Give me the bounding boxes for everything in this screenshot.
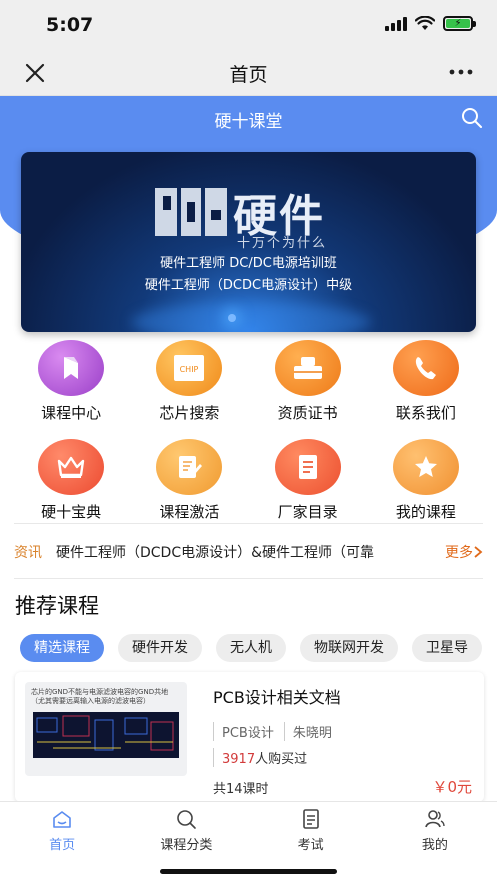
divider <box>14 578 483 579</box>
chip-featured[interactable]: 精选课程 <box>20 634 104 662</box>
grid-label: 课程中心 <box>41 404 102 422</box>
crown-icon <box>38 439 105 495</box>
tab-label: 考试 <box>297 838 324 853</box>
chip-drone[interactable]: 无人机 <box>216 634 286 662</box>
grid-label: 我的课程 <box>395 503 456 521</box>
news-headline[interactable]: 硬件工程师（DCDC电源设计）&硬件工程师（可靠 <box>56 542 441 562</box>
tab-bar: 首页 课程分类 考试 我的 <box>0 801 497 883</box>
banner-brand-subtitle: 十万个为什么 <box>237 236 328 251</box>
course-lessons: 共14课时 <box>213 782 269 797</box>
grid-item-activate[interactable]: 课程激活 <box>139 439 239 522</box>
banner-glow <box>131 302 371 332</box>
course-title[interactable]: PCB设计相关文档 <box>213 684 341 708</box>
feature-grid: 课程中心 CHIP 芯片搜索 资质证书 联系我们 硬十宝典 课程激活 厂家目录 … <box>0 340 497 538</box>
chip-icon: CHIP <box>156 340 223 396</box>
status-time: 5:07 <box>46 14 94 36</box>
status-bar: 5:07 ⚡ <box>0 0 497 48</box>
section-title: 推荐课程 <box>15 594 99 618</box>
battery-icon: ⚡ <box>443 16 476 31</box>
news-more-link[interactable]: 更多 <box>445 542 473 562</box>
more-icon[interactable] <box>447 60 475 84</box>
grid-label: 硬十宝典 <box>41 503 102 521</box>
grid-item-course-center[interactable]: 课程中心 <box>21 340 121 423</box>
course-author: 朱晓明 <box>283 722 332 741</box>
grid-item-handbook[interactable]: 硬十宝典 <box>21 439 121 522</box>
carousel-indicator[interactable] <box>228 314 236 322</box>
grid-item-vendor-directory[interactable]: 厂家目录 <box>258 439 358 522</box>
banner-line-2: 硬件工程师（DCDC电源设计）中级 <box>144 278 353 293</box>
chip-iot[interactable]: 物联网开发 <box>300 634 398 662</box>
thumbnail-caption: 芯片的GND不能与电源滤波电容的GND共地（尤其需要远离输入电源的滤波电容） <box>31 688 169 705</box>
course-buy-count: 3917人购买过 <box>213 748 307 767</box>
banner-line-1: 硬件工程师 DC/DC电源培训班 <box>160 256 337 271</box>
tab-mine[interactable]: 我的 <box>385 808 485 853</box>
grid-item-my-courses[interactable]: 我的课程 <box>376 439 476 522</box>
category-chips: 精选课程 硬件开发 无人机 物联网开发 卫星导 <box>20 634 482 662</box>
status-icons: ⚡ <box>385 16 476 31</box>
chip-hardware[interactable]: 硬件开发 <box>118 634 202 662</box>
grid-item-chip-search[interactable]: CHIP 芯片搜索 <box>139 340 239 423</box>
grid-label: 资质证书 <box>277 404 338 422</box>
user-icon <box>425 810 445 828</box>
chevron-right-icon[interactable] <box>473 545 483 559</box>
brand-logo-icon <box>155 188 227 236</box>
course-price: ￥0元 <box>432 778 472 796</box>
grid-label: 厂家目录 <box>277 503 338 521</box>
wifi-icon <box>415 16 435 30</box>
home-icon <box>53 811 71 828</box>
page-title: 首页 <box>229 64 268 86</box>
app-title: 硬十课堂 <box>214 112 283 132</box>
tab-course-category[interactable]: 课程分类 <box>136 808 236 853</box>
news-ticker[interactable]: 资讯 硬件工程师（DCDC电源设计）&硬件工程师（可靠 更多 <box>14 540 483 564</box>
course-category: PCB设计 <box>213 722 274 741</box>
course-meta: PCB设计 朱晓明 <box>213 722 332 741</box>
signal-icon <box>385 16 407 31</box>
tab-label: 我的 <box>421 838 448 853</box>
exam-icon <box>302 809 319 829</box>
star-icon <box>392 439 459 495</box>
chip-icon-text: CHIP <box>180 365 199 374</box>
grid-label: 芯片搜索 <box>159 404 220 422</box>
phone-icon <box>392 340 459 396</box>
tab-label: 课程分类 <box>160 838 213 853</box>
course-thumbnail: 芯片的GND不能与电源滤波电容的GND共地（尤其需要远离输入电源的滤波电容） <box>25 682 187 776</box>
divider <box>14 523 483 524</box>
bookmark-icon <box>38 340 105 396</box>
tab-label: 首页 <box>49 838 76 853</box>
battery-charging-label: ⚡ <box>446 19 470 29</box>
search-icon <box>177 810 197 829</box>
promo-banner[interactable]: 硬件 十万个为什么 硬件工程师 DC/DC电源培训班 硬件工程师（DCDC电源设… <box>21 152 476 332</box>
pcb-image <box>33 712 179 758</box>
tab-home[interactable]: 首页 <box>12 808 112 853</box>
edit-note-icon <box>156 439 223 495</box>
search-icon[interactable] <box>461 107 483 129</box>
document-list-icon <box>274 439 341 495</box>
banner-area: 硬件 十万个为什么 硬件工程师 DC/DC电源培训班 硬件工程师（DCDC电源设… <box>0 140 497 340</box>
nav-bar: 首页 <box>0 48 497 96</box>
grid-label: 课程激活 <box>159 503 220 521</box>
app-header: 硬十课堂 <box>0 96 497 140</box>
certificate-icon <box>274 340 341 396</box>
tab-exam[interactable]: 考试 <box>261 808 361 853</box>
grid-item-contact[interactable]: 联系我们 <box>376 340 476 423</box>
news-tag: 资讯 <box>14 545 42 561</box>
chip-satellite[interactable]: 卫星导 <box>412 634 482 662</box>
course-card[interactable]: 芯片的GND不能与电源滤波电容的GND共地（尤其需要远离输入电源的滤波电容） P… <box>15 672 484 802</box>
buy-count-number: 3917 <box>222 752 256 767</box>
buy-count-suffix: 人购买过 <box>255 752 308 767</box>
grid-item-certificate[interactable]: 资质证书 <box>258 340 358 423</box>
home-indicator <box>160 869 337 874</box>
grid-label: 联系我们 <box>395 404 456 422</box>
